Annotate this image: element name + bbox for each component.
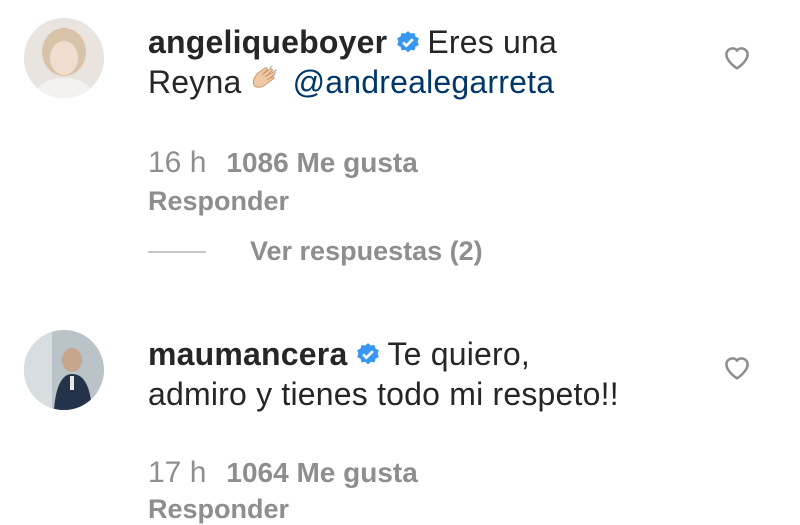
timestamp[interactable]: 17 h — [148, 456, 206, 489]
clapping-hands-icon — [252, 65, 277, 88]
username[interactable]: angeliqueboyer — [148, 24, 387, 60]
reply-button[interactable]: Responder — [148, 186, 289, 217]
avatar[interactable] — [24, 18, 104, 98]
timestamp[interactable]: 16 h — [148, 146, 206, 179]
comment-meta: 16 h 1086 Me gusta — [148, 146, 418, 180]
username[interactable]: maumancera — [148, 336, 347, 372]
comment-body: maumancera Te quiero, admiro y tienes tod… — [148, 334, 728, 414]
divider — [148, 250, 206, 253]
comment-text: admiro y tienes todo mi respeto!! — [148, 376, 619, 412]
comment-text: Eres una — [427, 24, 557, 60]
avatar[interactable] — [24, 330, 104, 410]
like-count[interactable]: 1064 Me gusta — [226, 457, 417, 488]
like-heart-icon[interactable] — [720, 40, 754, 74]
comment-body: angeliqueboyer Eres una Reyna @andrealega… — [148, 22, 708, 102]
verified-badge-icon — [397, 31, 420, 53]
comment-text: Te quiero, — [387, 336, 530, 372]
comment-text: Reyna — [148, 64, 242, 100]
reply-button[interactable]: Responder — [148, 494, 289, 525]
view-replies-button[interactable]: Ver respuestas (2) — [148, 236, 483, 267]
like-heart-icon[interactable] — [720, 350, 754, 384]
comment-meta: 17 h 1064 Me gusta — [148, 456, 418, 490]
like-count[interactable]: 1086 Me gusta — [226, 147, 417, 178]
view-replies-label: Ver respuestas (2) — [250, 236, 483, 266]
verified-badge-icon — [357, 343, 380, 365]
mention-link[interactable]: @andrealegarreta — [293, 64, 555, 100]
